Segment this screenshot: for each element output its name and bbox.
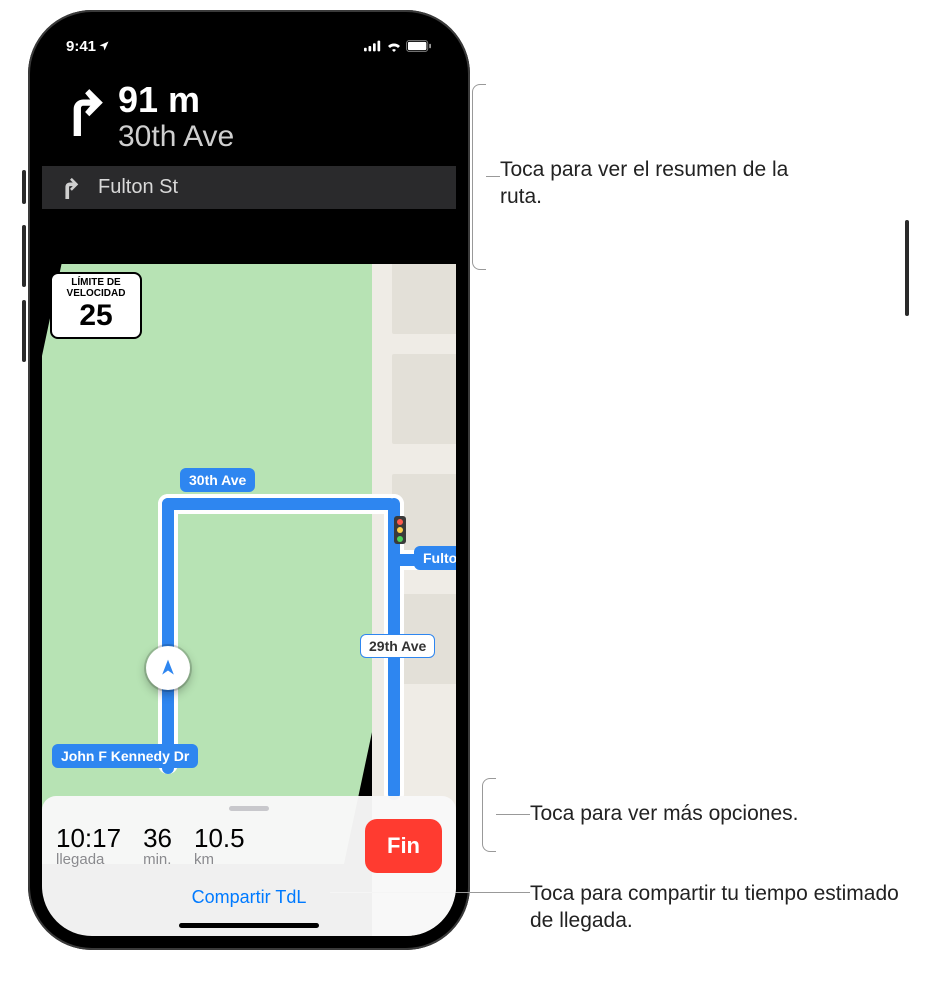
- turn-right-small-icon: [60, 177, 80, 199]
- status-time: 9:41: [66, 38, 110, 55]
- cellular-icon: [364, 40, 382, 52]
- volume-up-button: [22, 225, 26, 287]
- current-location-puck: [146, 646, 190, 690]
- duration-value: 36: [143, 825, 172, 851]
- wifi-icon: [386, 40, 402, 52]
- location-icon: [98, 40, 110, 52]
- eta-stats: 10:17 llegada 36 min. 10.5 km: [56, 825, 245, 868]
- arrival-time: 10:17: [56, 825, 121, 851]
- route-line: [162, 498, 174, 774]
- speed-limit-sign: LÍMITE DE VELOCIDAD 25: [50, 272, 142, 339]
- eta-row: 10:17 llegada 36 min. 10.5 km Fin: [56, 819, 442, 873]
- volume-down-button: [22, 300, 26, 362]
- share-eta-button[interactable]: Compartir TdL: [192, 887, 307, 908]
- map-label-jfk-dr: John F Kennedy Dr: [52, 744, 198, 768]
- heading-icon: [158, 658, 178, 678]
- home-indicator[interactable]: [179, 923, 319, 928]
- battery-icon: [406, 40, 432, 52]
- callout-share-eta: Toca para compartir tu tiempo estimado d…: [530, 880, 910, 935]
- status-clock: 9:41: [66, 38, 96, 55]
- callout-route-summary-text: Toca para ver el resumen de la ruta.: [500, 158, 788, 208]
- notch: [144, 24, 354, 54]
- callout-route-summary: Toca para ver el resumen de la ruta.: [500, 156, 800, 211]
- stat-arrival: 10:17 llegada: [56, 825, 121, 868]
- building: [392, 354, 456, 444]
- speed-label-2: VELOCIDAD: [54, 289, 138, 300]
- status-right: [364, 40, 432, 52]
- phone-frame: 9:41 91 m 30th Ave: [28, 10, 470, 950]
- arrival-label: llegada: [56, 851, 121, 868]
- directions-text: 91 m 30th Ave: [118, 82, 234, 154]
- callout-share-eta-text: Toca para compartir tu tiempo estimado d…: [530, 882, 899, 932]
- directions-main[interactable]: 91 m 30th Ave: [42, 68, 456, 166]
- distance-value: 10.5: [194, 825, 245, 851]
- direction-street: 30th Ave: [118, 120, 234, 154]
- direction-distance: 91 m: [118, 82, 234, 118]
- duration-label: min.: [143, 851, 172, 868]
- callout-more-options: Toca para ver más opciones.: [530, 800, 890, 827]
- share-row: Compartir TdL: [56, 887, 442, 908]
- power-button: [905, 220, 909, 316]
- end-button[interactable]: Fin: [365, 819, 442, 873]
- stat-duration: 36 min.: [143, 825, 172, 868]
- map-label-fulton: Fulton: [414, 546, 456, 570]
- callout-more-options-text: Toca para ver más opciones.: [530, 802, 798, 825]
- distance-label: km: [194, 851, 245, 868]
- route-line: [162, 498, 396, 510]
- drag-handle[interactable]: [229, 806, 269, 811]
- building: [392, 264, 456, 334]
- directions-banner[interactable]: 91 m 30th Ave Fulton St: [42, 68, 456, 209]
- directions-next[interactable]: Fulton St: [42, 166, 456, 209]
- next-street: Fulton St: [98, 176, 178, 199]
- speed-label-1: LÍMITE DE: [54, 278, 138, 289]
- turn-right-icon: [60, 86, 104, 136]
- speed-value: 25: [54, 301, 138, 331]
- map-label-29th-ave: 29th Ave: [360, 634, 435, 658]
- traffic-light-icon: [394, 516, 406, 544]
- map-label-30th-ave: 30th Ave: [180, 468, 255, 492]
- screen: 9:41 91 m 30th Ave: [42, 24, 456, 936]
- eta-sheet[interactable]: 10:17 llegada 36 min. 10.5 km Fin Compar…: [42, 796, 456, 936]
- silence-switch: [22, 170, 26, 204]
- stat-distance: 10.5 km: [194, 825, 245, 868]
